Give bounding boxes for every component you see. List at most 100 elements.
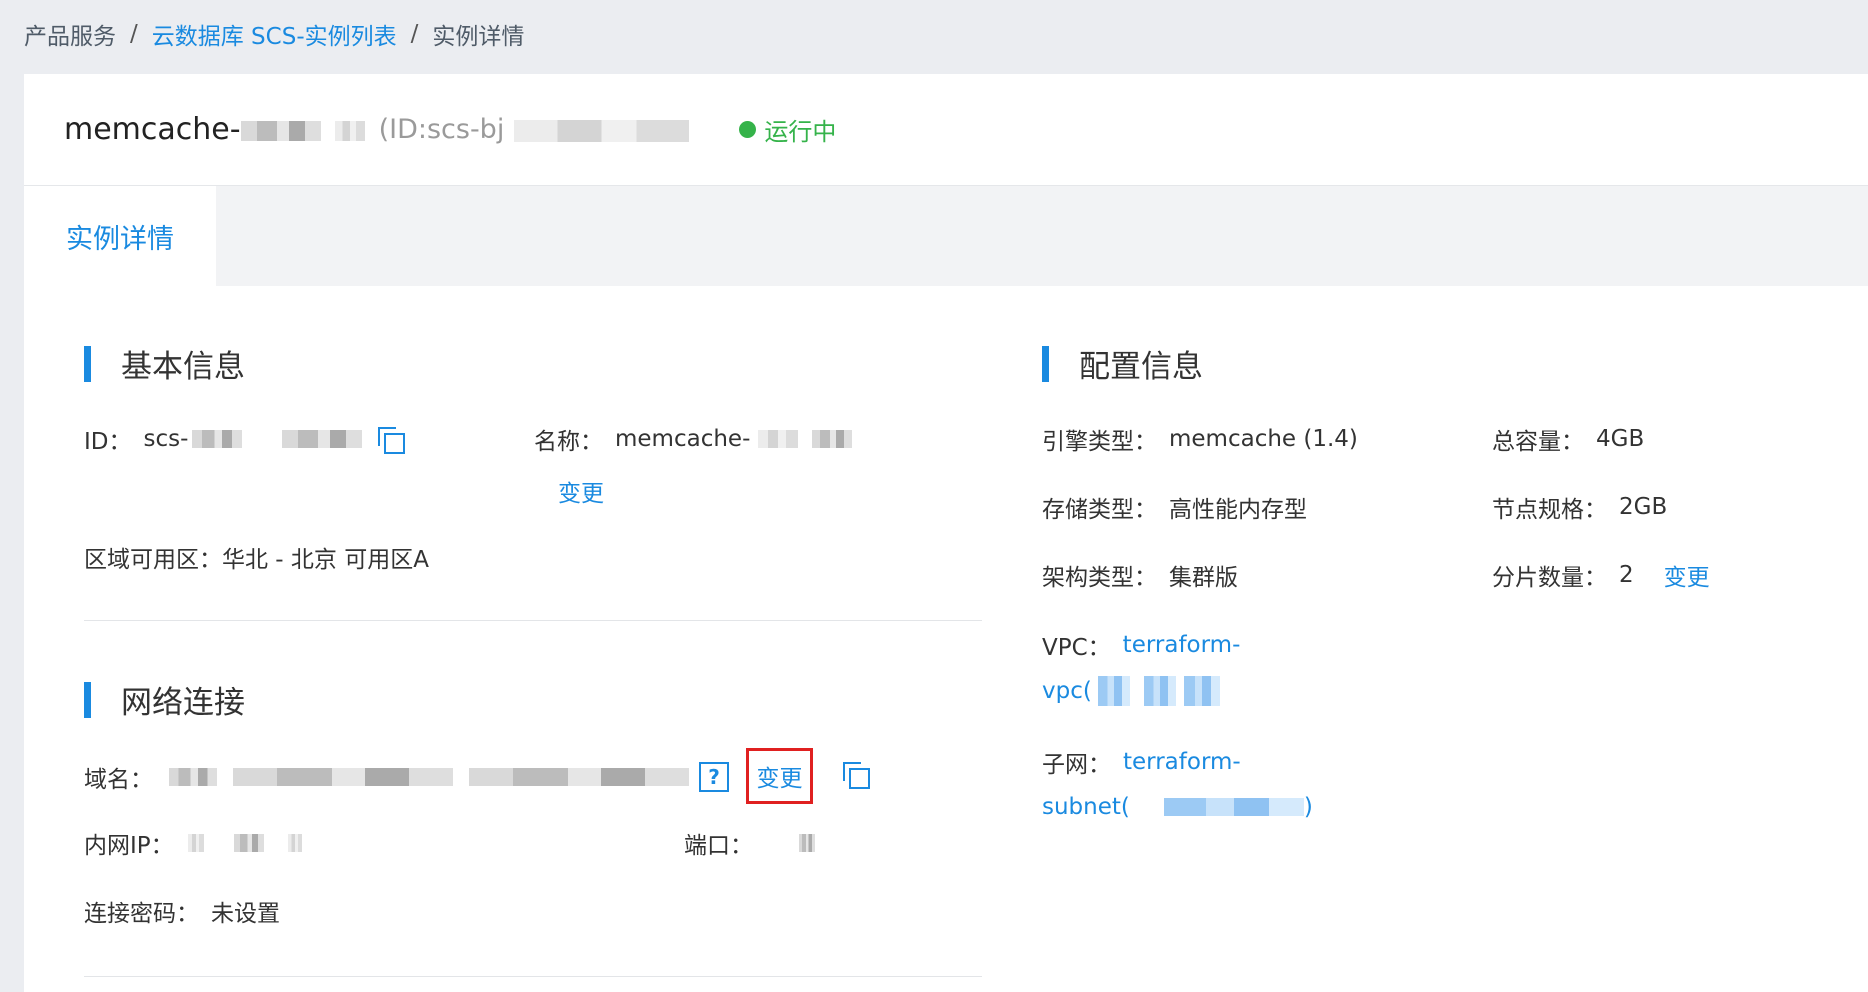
redacted-block	[469, 768, 689, 786]
section-title-config-info: 配置信息	[1079, 349, 1203, 385]
storage-label: 存储类型：	[1042, 497, 1157, 523]
redacted-block	[334, 120, 365, 141]
node-spec-value: 2GB	[1619, 494, 1668, 520]
redacted-block	[758, 430, 799, 448]
field-subnet-line2: subnet( )	[1042, 794, 1313, 820]
field-node-spec: 节点规格： 2GB	[1492, 490, 1667, 524]
section-accent-bar	[84, 681, 91, 718]
field-zone: 区域可用区： 华北 - 北京 可用区A	[84, 540, 429, 574]
arch-label: 架构类型：	[1042, 565, 1157, 591]
breadcrumb-separator: /	[410, 21, 419, 47]
subnet-link-suffix[interactable]: )	[1304, 794, 1313, 820]
copy-id-icon[interactable]	[378, 427, 406, 454]
help-icon[interactable]: ?	[699, 762, 729, 792]
tab-instance-detail[interactable]: 实例详情	[24, 186, 216, 286]
field-vpc-line2: vpc(	[1042, 676, 1220, 706]
status-dot-icon	[739, 121, 757, 138]
domain-label: 域名：	[84, 767, 153, 793]
id-value: scs-	[143, 426, 189, 452]
arch-value: 集群版	[1169, 565, 1238, 591]
instance-header: memcache- (ID:scs-bj 运行中	[24, 74, 1868, 186]
node-spec-label: 节点规格：	[1492, 497, 1607, 523]
capacity-label: 总容量：	[1492, 429, 1584, 455]
redacted-block	[1183, 676, 1220, 706]
tab-bar: 实例详情	[24, 186, 1868, 286]
instance-id: (ID:scs-bj	[379, 114, 690, 145]
vpc-link[interactable]: terraform-	[1123, 632, 1241, 658]
field-vpc: VPC： terraform-	[1042, 628, 1240, 662]
divider	[84, 976, 982, 977]
copy-domain-icon[interactable]	[843, 762, 870, 789]
rename-change-link[interactable]: 变更	[558, 474, 604, 508]
breadcrumb-instance-list-link[interactable]: 云数据库 SCS-实例列表	[152, 17, 397, 51]
field-private-ip: 内网IP：	[84, 826, 302, 860]
section-network: 网络连接	[84, 677, 245, 722]
id-label: ID：	[84, 429, 132, 455]
domain-change-link[interactable]: 变更	[757, 759, 803, 793]
redacted-block	[287, 834, 302, 852]
capacity-value: 4GB	[1596, 426, 1645, 452]
section-accent-bar	[84, 345, 91, 382]
password-value: 未设置	[211, 901, 280, 927]
field-arch: 架构类型： 集群版	[1042, 558, 1238, 592]
section-basic-info: 基本信息	[84, 341, 245, 386]
field-shard: 分片数量： 2 变更	[1492, 558, 1710, 592]
port-label: 端口：	[684, 833, 753, 859]
subnet-link[interactable]: terraform-	[1123, 749, 1241, 775]
redacted-block	[514, 119, 690, 142]
instance-id-text: (ID:scs-bj	[378, 114, 505, 145]
instance-name-text: memcache-	[64, 112, 241, 147]
breadcrumb: 产品服务 / 云数据库 SCS-实例列表 / 实例详情	[24, 16, 524, 52]
redacted-block	[187, 834, 204, 852]
redacted-block	[233, 768, 453, 786]
redacted-block	[812, 430, 853, 448]
zone-label: 区域可用区：	[84, 547, 222, 573]
engine-value: memcache (1.4)	[1169, 426, 1358, 452]
domain-change-highlight: 变更	[746, 748, 813, 804]
redacted-block	[1143, 676, 1176, 706]
redacted-block	[282, 430, 363, 448]
zone-value: 华北 - 北京 可用区A	[222, 547, 429, 573]
field-password: 连接密码： 未设置	[84, 894, 280, 928]
field-subnet: 子网： terraform-	[1042, 745, 1241, 779]
redacted-block	[1163, 798, 1304, 816]
shard-label: 分片数量：	[1492, 565, 1607, 591]
divider	[84, 620, 982, 621]
field-capacity: 总容量： 4GB	[1492, 422, 1644, 456]
subnet-label: 子网：	[1042, 752, 1111, 778]
field-name: 名称： memcache-	[534, 422, 853, 456]
subnet-link-line2[interactable]: subnet(	[1042, 794, 1130, 820]
redacted-block	[233, 834, 264, 852]
private-ip-label: 内网IP：	[84, 833, 174, 859]
field-engine: 引擎类型： memcache (1.4)	[1042, 422, 1358, 456]
redacted-block	[799, 834, 815, 852]
breadcrumb-current: 实例详情	[432, 24, 525, 50]
field-domain: 域名： ?	[84, 760, 729, 794]
name-label: 名称：	[534, 429, 603, 455]
password-label: 连接密码：	[84, 901, 199, 927]
instance-name: memcache-	[64, 112, 365, 147]
redacted-block	[169, 768, 217, 786]
shard-change-link[interactable]: 变更	[1664, 558, 1710, 592]
vpc-label: VPC：	[1042, 635, 1111, 661]
breadcrumb-root: 产品服务	[24, 24, 116, 50]
section-accent-bar	[1042, 345, 1049, 382]
section-title-network: 网络连接	[121, 685, 245, 721]
redacted-block	[192, 430, 243, 448]
section-config-info: 配置信息	[1042, 341, 1203, 386]
engine-label: 引擎类型：	[1042, 429, 1157, 455]
status-badge: 运行中	[739, 112, 836, 147]
status-text: 运行中	[764, 118, 837, 146]
redacted-block	[1097, 676, 1130, 706]
field-storage: 存储类型： 高性能内存型	[1042, 490, 1307, 524]
breadcrumb-separator: /	[130, 21, 138, 47]
name-value: memcache-	[615, 426, 751, 452]
section-title-basic-info: 基本信息	[121, 349, 245, 385]
field-id: ID： scs-	[84, 422, 406, 456]
field-port: 端口：	[684, 826, 815, 860]
redacted-block	[240, 120, 321, 141]
vpc-link-line2[interactable]: vpc(	[1042, 678, 1092, 704]
storage-value: 高性能内存型	[1169, 497, 1307, 523]
instance-detail-card: memcache- (ID:scs-bj 运行中 实例详情 基本信息 ID： s…	[24, 74, 1868, 992]
shard-value: 2	[1619, 562, 1634, 588]
